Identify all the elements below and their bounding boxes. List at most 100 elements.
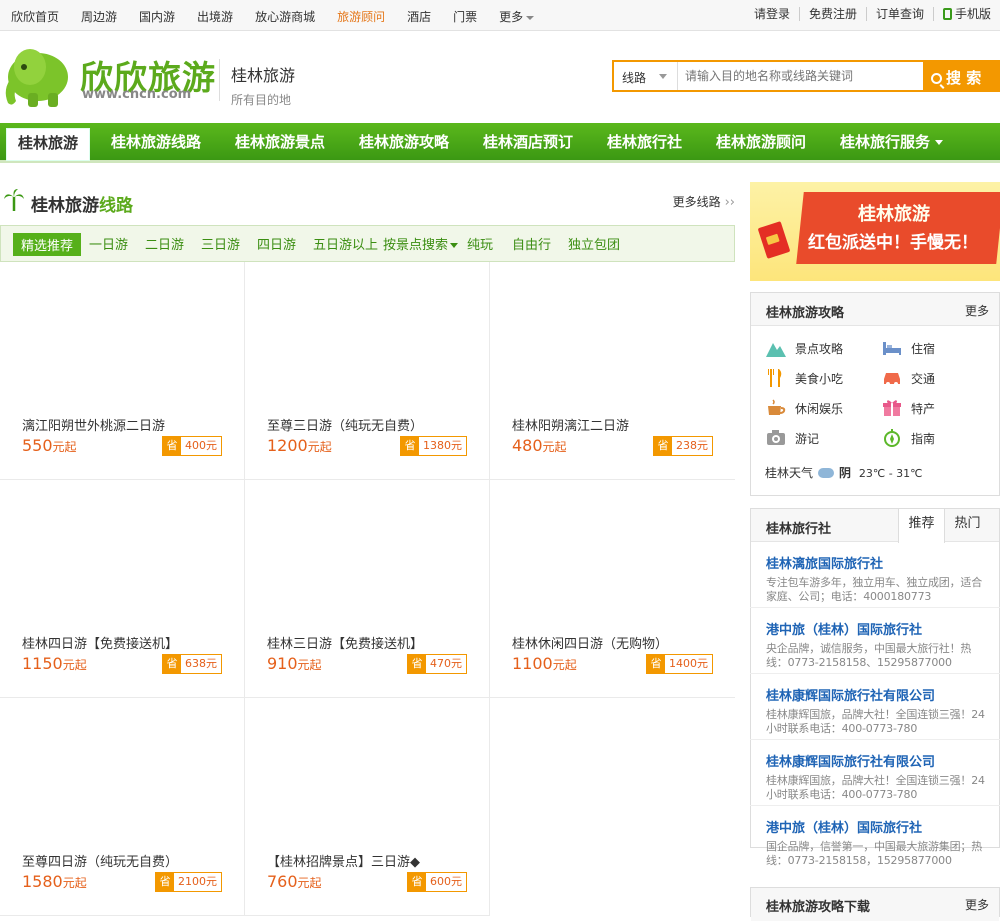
header: 欣欣旅游 www.cncn.com 桂林旅游 所有目的地 线路 搜 索 [0, 31, 1000, 124]
download-more-link[interactable]: 更多 [965, 896, 989, 913]
site-subtitle[interactable]: 所有目的地 [231, 91, 295, 108]
guide-item-handbook[interactable]: 指南 [882, 429, 935, 447]
tab-five-day-plus[interactable]: 五日游以上 [313, 234, 378, 253]
top-link-nearby[interactable]: 周边游 [81, 8, 117, 25]
agency-desc: 央企品牌，诚信服务，中国最大旅行社！热线：0773-2158158、152958… [766, 642, 972, 669]
route-card[interactable]: 桂林休闲四日游（无购物） 1100元起 省 1400元 [490, 480, 735, 698]
site-switcher[interactable]: 桂林旅游 所有目的地 [219, 59, 295, 107]
nav-item-sights[interactable]: 桂林旅游景点 [235, 123, 325, 163]
route-card[interactable]: 漓江阳朔世外桃源二日游 550元起 省 400元 [0, 262, 245, 480]
top-link-advisor[interactable]: 旅游顾问 [337, 8, 385, 25]
top-link-outbound[interactable]: 出境游 [197, 8, 233, 25]
cloud-icon [818, 468, 835, 478]
agency-name[interactable]: 桂林康辉国际旅行社有限公司 [766, 751, 986, 770]
top-link-mall[interactable]: 放心游商城 [255, 8, 315, 25]
guide-item-lodging[interactable]: 住宿 [882, 339, 935, 357]
nav-item-agencies[interactable]: 桂林旅行社 [607, 123, 682, 163]
order-query-link[interactable]: 订单查询 [865, 7, 933, 21]
route-name[interactable]: 至尊三日游（纯玩无自费） [267, 415, 423, 434]
nav-item-guides[interactable]: 桂林旅游攻略 [359, 123, 449, 163]
route-card[interactable]: 【桂林招牌景点】三日游◆ 760元起 省 600元 [245, 698, 490, 916]
main-nav: 桂林旅游 桂林旅游线路 桂林旅游景点 桂林旅游攻略 桂林酒店预订 桂林旅行社 桂… [0, 123, 1000, 163]
double-chevron-right-icon: ›› [724, 195, 735, 210]
top-link-more[interactable]: 更多 [499, 8, 535, 25]
saving-badge: 省 638元 [162, 654, 222, 674]
route-name[interactable]: 桂林四日游【免费接送机】 [22, 633, 178, 652]
route-name[interactable]: 桂林休闲四日游（无购物） [512, 633, 668, 652]
tab-three-day[interactable]: 三日游 [201, 234, 240, 253]
elephant-logo-icon[interactable] [0, 37, 78, 109]
search-icon [931, 73, 942, 84]
top-link-hotel[interactable]: 酒店 [407, 8, 431, 25]
search-type-select[interactable]: 线路 [614, 62, 678, 90]
search-input[interactable] [680, 62, 924, 90]
route-name[interactable]: 【桂林招牌景点】三日游◆ [267, 851, 420, 870]
login-link[interactable]: 请登录 [745, 7, 799, 21]
search-button[interactable]: 搜 索 [923, 62, 998, 90]
agency-desc: 桂林康辉国旅，品牌大社！全国连锁三强！24小时联系电话：400-0773-780 [766, 708, 985, 735]
guide-more-link[interactable]: 更多 [965, 302, 989, 319]
guide-item-specialties[interactable]: 特产 [882, 399, 935, 417]
route-name[interactable]: 至尊四日游（纯玩无自费） [22, 851, 178, 870]
nav-item-hotels[interactable]: 桂林酒店预订 [483, 123, 573, 163]
palm-tree-icon [4, 189, 24, 211]
route-name[interactable]: 桂林阳朔漓江二日游 [512, 415, 629, 434]
agency-name[interactable]: 桂林漓旅国际旅行社 [766, 553, 986, 572]
tab-one-day[interactable]: 一日游 [89, 234, 128, 253]
agency-name[interactable]: 桂林康辉国际旅行社有限公司 [766, 685, 986, 704]
tab-four-day[interactable]: 四日游 [257, 234, 296, 253]
bed-icon [883, 342, 901, 355]
guide-item-sights[interactable]: 景点攻略 [766, 339, 843, 357]
routes-title: 桂林旅游线路 [31, 196, 133, 216]
search-box: 线路 搜 索 [612, 60, 1000, 92]
agency-desc: 专注包车游多年，独立用车、独立成团，适合家庭、公司；电话：4000180773 [766, 576, 982, 603]
top-link-home[interactable]: 欣欣首页 [11, 8, 59, 25]
divider [750, 607, 1000, 608]
guide-box-title: 桂林旅游攻略 [766, 306, 845, 321]
route-price: 910元起 [267, 654, 322, 673]
guide-item-transport[interactable]: 交通 [882, 369, 935, 387]
route-name[interactable]: 桂林三日游【免费接送机】 [267, 633, 423, 652]
tab-two-day[interactable]: 二日游 [145, 234, 184, 253]
tab-by-sight[interactable]: 按景点搜索 [383, 234, 459, 253]
nav-item-routes[interactable]: 桂林旅游线路 [111, 123, 201, 163]
tab-popular[interactable]: 热门 [944, 509, 991, 542]
route-price: 550元起 [22, 436, 77, 455]
nav-item-advisors[interactable]: 桂林旅游顾问 [716, 123, 806, 163]
divider [750, 673, 1000, 674]
divider [750, 805, 1000, 806]
tab-free-travel[interactable]: 自由行 [512, 234, 551, 253]
route-price: 1580元起 [22, 872, 87, 891]
banner-title: 桂林旅游 [858, 204, 930, 225]
register-link[interactable]: 免费注册 [798, 7, 866, 21]
agency-name[interactable]: 港中旅（桂林）国际旅行社 [766, 817, 986, 836]
guide-item-leisure[interactable]: 休闲娱乐 [766, 399, 843, 417]
top-link-tickets[interactable]: 门票 [453, 8, 477, 25]
route-card[interactable]: 至尊三日游（纯玩无自费） 1200元起 省 1380元 [245, 262, 490, 480]
top-link-domestic[interactable]: 国内游 [139, 8, 175, 25]
route-name[interactable]: 漓江阳朔世外桃源二日游 [22, 415, 165, 434]
weather-temp: 23℃ - 31℃ [858, 467, 923, 480]
tab-pure-play[interactable]: 纯玩 [467, 234, 493, 253]
guide-item-food[interactable]: 美食小吃 [766, 369, 843, 387]
route-card[interactable]: 至尊四日游（纯玩无自费） 1580元起 省 2100元 [0, 698, 245, 916]
nav-item-home[interactable]: 桂林旅游 [6, 128, 91, 161]
guide-item-travelogue[interactable]: 游记 [766, 429, 819, 447]
nav-item-services[interactable]: 桂林旅行服务 [840, 123, 944, 163]
route-card[interactable]: 桂林四日游【免费接送机】 1150元起 省 638元 [0, 480, 245, 698]
chevron-down-icon [659, 74, 667, 79]
saving-badge: 省 1380元 [400, 436, 467, 456]
more-routes-link[interactable]: 更多线路 ›› [673, 193, 735, 210]
coffee-icon [768, 399, 786, 415]
logo-url: www.cncn.com [82, 87, 192, 102]
red-envelope-banner[interactable]: 桂林旅游 红包派送中！手慢无！ [750, 182, 1000, 281]
tab-recommended[interactable]: 推荐 [898, 509, 945, 543]
saving-badge: 省 238元 [653, 436, 713, 456]
tab-private-group[interactable]: 独立包团 [568, 234, 620, 253]
route-card[interactable]: 桂林三日游【免费接送机】 910元起 省 470元 [245, 480, 490, 698]
mobile-link[interactable]: 手机版 [932, 7, 1000, 21]
agency-item: 桂林康辉国际旅行社有限公司 桂林康辉国旅，品牌大社！全国连锁三强！24小时联系电… [766, 685, 986, 736]
tab-featured[interactable]: 精选推荐 [13, 233, 82, 256]
route-card[interactable]: 桂林阳朔漓江二日游 480元起 省 238元 [490, 262, 735, 480]
agency-name[interactable]: 港中旅（桂林）国际旅行社 [766, 619, 986, 638]
